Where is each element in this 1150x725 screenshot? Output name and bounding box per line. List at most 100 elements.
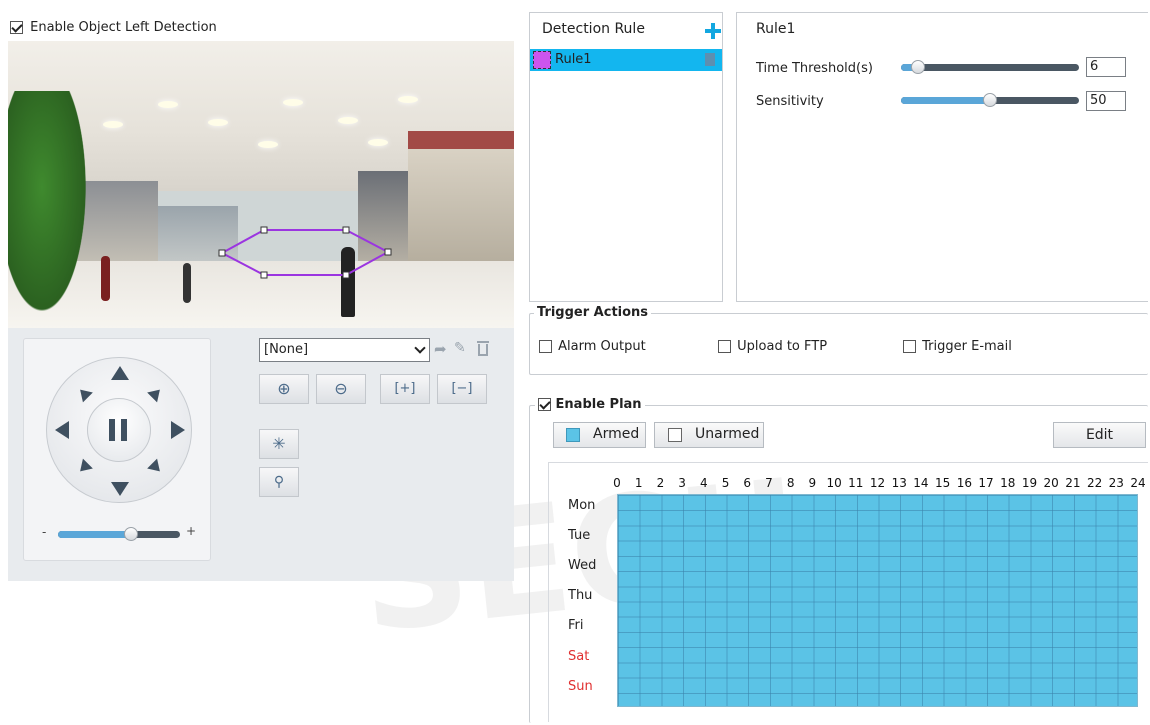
zoom-in-icon: ⊕ <box>277 379 291 398</box>
detection-rule-header: Detection Rule <box>542 21 645 37</box>
iris-icon: ✳ <box>272 434 286 453</box>
hour-label: 21 <box>1065 476 1081 490</box>
detection-area-overlay[interactable] <box>8 41 514 328</box>
hour-label: 23 <box>1108 476 1124 490</box>
hour-label: 18 <box>1000 476 1016 490</box>
sensitivity-knob[interactable] <box>983 93 997 107</box>
hour-label: 19 <box>1021 476 1038 490</box>
hour-label: 4 <box>700 476 708 490</box>
focus-icon: ⚲ <box>273 474 285 490</box>
hour-label: 5 <box>721 476 730 490</box>
unarmed-label: Unarmed <box>695 426 760 442</box>
zoom-out-icon: ⊖ <box>334 379 348 398</box>
speed-slider-knob[interactable] <box>124 527 138 541</box>
hour-label: 17 <box>978 476 994 490</box>
right-arrow-icon[interactable] <box>171 421 185 439</box>
day-label-mon: Mon <box>568 498 596 513</box>
zoom-in-button[interactable]: ⊕ <box>259 374 309 404</box>
delete-rule-icon[interactable] <box>705 53 715 66</box>
down-arrow-icon[interactable] <box>111 482 129 496</box>
delete-preset-icon[interactable] <box>476 341 490 357</box>
hour-label: 8 <box>786 476 795 490</box>
trigger-email-option[interactable]: Trigger E-mail <box>903 339 1012 354</box>
enable-detection-label: Enable Object Left Detection <box>30 20 217 35</box>
day-label-fri: Fri <box>568 618 584 634</box>
down-right-arrow-icon[interactable] <box>147 458 165 477</box>
down-left-arrow-icon[interactable] <box>75 458 93 477</box>
detection-rule-panel: Detection Rule Rule1 <box>529 12 723 302</box>
hour-label: 6 <box>743 476 752 490</box>
alarm-output-option[interactable]: Alarm Output <box>539 339 646 354</box>
pause-button[interactable] <box>87 398 151 462</box>
alarm-output-checkbox[interactable] <box>539 340 552 353</box>
edit-button[interactable]: Edit <box>1053 422 1146 448</box>
hour-label: 15 <box>934 476 951 490</box>
ptz-panel: - + [None] ➦ ✎ ⊕ ⊖ [+] [−] ✳ ⚲ <box>8 328 514 581</box>
rule-settings-panel: Rule1 Time Threshold(s) 6 Sensitivity 50 <box>736 12 1148 302</box>
preset-select[interactable]: [None] <box>259 338 430 362</box>
day-label-sun: Sun <box>568 678 593 694</box>
sensitivity-input[interactable]: 50 <box>1086 91 1126 111</box>
hour-label: 13 <box>891 476 907 490</box>
alarm-output-label: Alarm Output <box>558 339 646 354</box>
focus-near-icon: [+] <box>394 381 416 396</box>
armed-button[interactable]: Armed <box>553 422 646 448</box>
armed-swatch <box>566 428 580 442</box>
up-right-arrow-icon[interactable] <box>147 384 165 403</box>
hour-label: 7 <box>765 476 773 490</box>
up-left-arrow-icon[interactable] <box>75 384 93 403</box>
upload-ftp-label: Upload to FTP <box>737 339 828 354</box>
focus-far-button[interactable]: [−] <box>437 374 487 404</box>
schedule-grid[interactable] <box>617 494 1138 707</box>
chevron-down-icon <box>414 342 426 354</box>
edit-preset-icon[interactable]: ✎ <box>454 341 468 355</box>
speed-plus-label: + <box>186 524 197 538</box>
rule-label: Rule1 <box>555 52 592 67</box>
ptz-pad: - + <box>23 338 211 561</box>
hour-label: 1 <box>634 476 643 490</box>
live-video[interactable] <box>8 41 514 328</box>
enable-plan-checkbox[interactable] <box>538 398 551 411</box>
focus-near-button[interactable]: [+] <box>380 374 430 404</box>
zoom-out-button[interactable]: ⊖ <box>316 374 366 404</box>
hour-label: 2 <box>656 476 665 490</box>
enable-detection-checkbox[interactable] <box>10 21 23 34</box>
add-rule-icon[interactable] <box>705 23 721 39</box>
trigger-email-checkbox[interactable] <box>903 340 916 353</box>
upload-ftp-option[interactable]: Upload to FTP <box>718 339 827 354</box>
unarmed-swatch <box>668 428 682 442</box>
pause-icon-bar <box>121 419 127 441</box>
time-threshold-knob[interactable] <box>911 60 925 74</box>
hour-label: 14 <box>913 476 929 490</box>
hour-label: 0 <box>613 476 621 490</box>
enable-plan-row[interactable]: Enable Plan <box>535 397 645 412</box>
goto-preset-icon[interactable]: ➦ <box>434 342 448 357</box>
hour-label: 20 <box>1043 476 1059 490</box>
rule-row[interactable]: Rule1 <box>530 49 722 71</box>
hour-label: 3 <box>678 476 686 490</box>
armed-label: Armed <box>593 426 640 442</box>
up-arrow-icon[interactable] <box>111 366 129 380</box>
left-arrow-icon[interactable] <box>55 421 69 439</box>
enable-detection-row[interactable]: Enable Object Left Detection <box>10 20 217 35</box>
time-threshold-input[interactable]: 6 <box>1086 57 1126 77</box>
time-threshold-label: Time Threshold(s) <box>756 61 873 76</box>
speed-slider-fill <box>58 531 130 538</box>
hour-label: 10 <box>826 476 842 490</box>
hour-label: 11 <box>848 476 864 490</box>
speed-minus-label: - <box>42 525 47 539</box>
upload-ftp-checkbox[interactable] <box>718 340 731 353</box>
preset-select-value: [None] <box>264 342 309 357</box>
direction-ring[interactable] <box>46 357 192 503</box>
enable-plan-label: Enable Plan <box>555 397 642 412</box>
hour-label: 24 <box>1130 476 1146 490</box>
one-touch-focus-button[interactable]: ⚲ <box>259 467 299 497</box>
trigger-email-label: Trigger E-mail <box>922 339 1012 354</box>
time-threshold-slider[interactable] <box>901 64 1079 71</box>
rule-color-swatch <box>533 51 551 69</box>
hour-label: 16 <box>956 476 972 490</box>
day-label-thu: Thu <box>568 588 593 604</box>
iris-button[interactable]: ✳ <box>259 429 299 459</box>
unarmed-button[interactable]: Unarmed <box>654 422 764 448</box>
pause-icon <box>109 419 115 441</box>
